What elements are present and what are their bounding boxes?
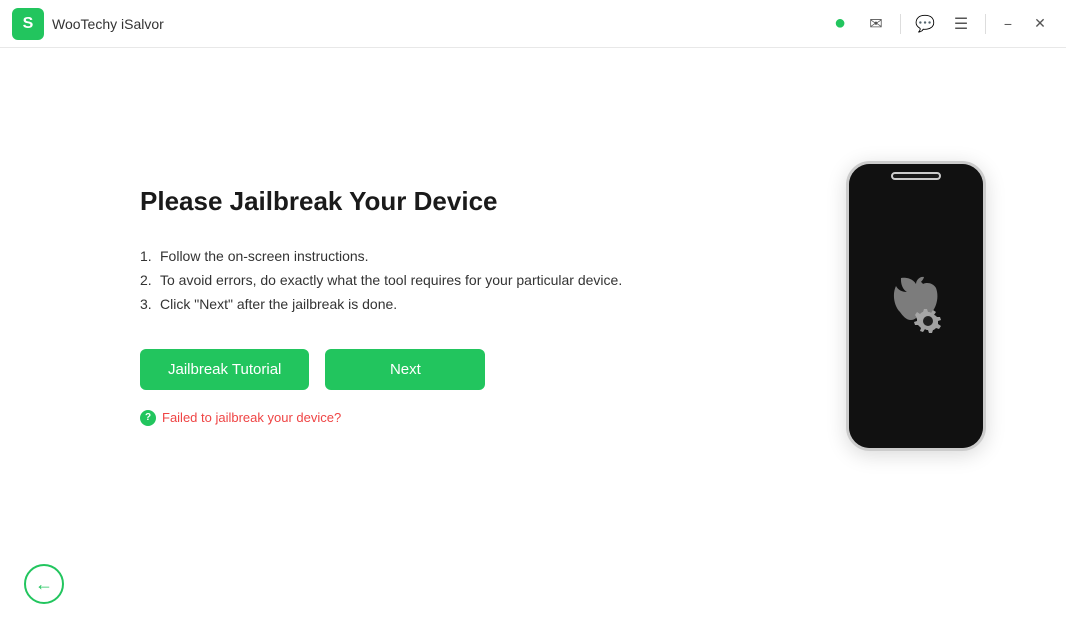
instruction-text-3: Click "Next" after the jailbreak is done… bbox=[160, 293, 397, 317]
page-title: Please Jailbreak Your Device bbox=[140, 186, 700, 217]
chat-icon[interactable]: 💬 bbox=[909, 8, 941, 40]
titlebar-right: ● ✉ 💬 ☰ − ✕ bbox=[824, 8, 1054, 40]
help-link[interactable]: ? Failed to jailbreak your device? bbox=[140, 410, 700, 426]
close-button[interactable]: ✕ bbox=[1026, 10, 1054, 38]
titlebar: S WooTechy iSalvor ● ✉ 💬 ☰ − ✕ bbox=[0, 0, 1066, 48]
main-content: Please Jailbreak Your Device 1. Follow t… bbox=[0, 48, 1066, 564]
app-logo: S bbox=[12, 8, 44, 40]
jailbreak-tutorial-button[interactable]: Jailbreak Tutorial bbox=[140, 349, 309, 390]
logo-letter: S bbox=[23, 15, 34, 33]
minimize-button[interactable]: − bbox=[994, 10, 1022, 38]
instructions-list: 1. Follow the on-screen instructions. 2.… bbox=[140, 245, 700, 316]
separator2 bbox=[985, 14, 986, 34]
left-panel: Please Jailbreak Your Device 1. Follow t… bbox=[140, 186, 700, 425]
instruction-num-3: 3. bbox=[140, 293, 156, 317]
separator bbox=[900, 14, 901, 34]
instruction-text-1: Follow the on-screen instructions. bbox=[160, 245, 369, 269]
next-button[interactable]: Next bbox=[325, 349, 485, 390]
instruction-item-1: 1. Follow the on-screen instructions. bbox=[140, 245, 700, 269]
help-icon: ? bbox=[140, 410, 156, 426]
back-arrow-icon: ← bbox=[35, 574, 53, 595]
instruction-item-2: 2. To avoid errors, do exactly what the … bbox=[140, 269, 700, 293]
apple-gear-image bbox=[876, 266, 956, 346]
help-link-label: Failed to jailbreak your device? bbox=[162, 410, 341, 425]
phone-mockup bbox=[846, 161, 986, 451]
phone-screen bbox=[849, 164, 983, 448]
instruction-num-2: 2. bbox=[140, 269, 156, 293]
instruction-text-2: To avoid errors, do exactly what the too… bbox=[160, 269, 622, 293]
right-panel bbox=[846, 161, 986, 451]
mail-icon[interactable]: ✉ bbox=[860, 8, 892, 40]
instruction-item-3: 3. Click "Next" after the jailbreak is d… bbox=[140, 293, 700, 317]
app-title: WooTechy iSalvor bbox=[52, 16, 164, 32]
back-button[interactable]: ← bbox=[24, 564, 64, 604]
user-icon[interactable]: ● bbox=[824, 8, 856, 40]
menu-icon[interactable]: ☰ bbox=[945, 8, 977, 40]
button-row: Jailbreak Tutorial Next bbox=[140, 349, 700, 390]
titlebar-left: S WooTechy iSalvor bbox=[12, 8, 164, 40]
instruction-num-1: 1. bbox=[140, 245, 156, 269]
phone-notch bbox=[891, 172, 941, 180]
